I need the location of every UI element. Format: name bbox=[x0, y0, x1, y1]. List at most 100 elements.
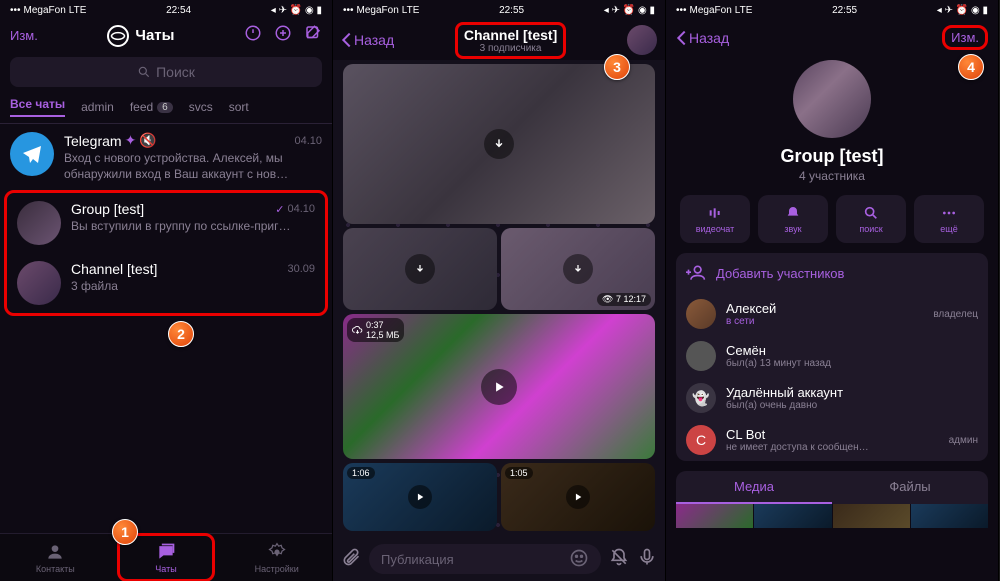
chat-name: Channel [test] bbox=[71, 261, 157, 277]
add-members-button[interactable]: Добавить участников bbox=[676, 253, 988, 293]
edit-button[interactable]: Изм. bbox=[10, 28, 38, 43]
tab-feed[interactable]: feed6 bbox=[130, 97, 173, 117]
channel-title-button[interactable]: Channel [test] 3 подписчика bbox=[394, 22, 627, 59]
play-icon[interactable] bbox=[408, 485, 432, 509]
screen-chats-list: •••MegaFonLTE 22:54 ◂ ✈ ⏰ ◉ ▮ Изм. Чаты … bbox=[0, 0, 333, 581]
mute-icon: 🔇 bbox=[139, 132, 156, 149]
sound-button[interactable]: звук bbox=[758, 195, 828, 243]
nav-contacts[interactable]: Контакты bbox=[0, 534, 111, 581]
member-row[interactable]: Семёнбыл(а) 13 минут назад bbox=[676, 335, 988, 377]
play-icon[interactable] bbox=[481, 369, 517, 405]
member-list: Алексейв сети владелец Семёнбыл(а) 13 ми… bbox=[676, 293, 988, 461]
download-icon[interactable] bbox=[405, 254, 435, 284]
sticker-icon[interactable] bbox=[569, 548, 589, 571]
search-button[interactable]: поиск bbox=[836, 195, 906, 243]
media-video[interactable]: 0:3712,5 МБ bbox=[343, 314, 655, 459]
gear-icon bbox=[267, 542, 287, 562]
channel-title: Channel [test] bbox=[464, 27, 557, 43]
highlight-box-2: Group [test] ✓ 04.10 Вы вступили в групп… bbox=[4, 190, 328, 316]
download-icon[interactable] bbox=[484, 129, 514, 159]
chat-date: 04.10 bbox=[294, 132, 322, 149]
screen-group-info: •••MegaFonLTE 22:55 ◂ ✈ ⏰ ◉ ▮ Назад Изм.… bbox=[666, 0, 999, 581]
annotation-2: 2 bbox=[168, 321, 194, 347]
chat-item-telegram[interactable]: Telegram ✦ 🔇 04.10 Вход с нового устройс… bbox=[0, 124, 332, 190]
clock: 22:55 bbox=[499, 5, 524, 16]
attach-icon[interactable] bbox=[341, 547, 361, 572]
avatar bbox=[17, 201, 61, 245]
media-thumb[interactable] bbox=[911, 504, 988, 528]
tab-all[interactable]: Все чаты bbox=[10, 97, 65, 117]
back-button[interactable]: Назад bbox=[341, 32, 394, 48]
media-tabs: Медиа Файлы bbox=[676, 471, 988, 504]
annotation-1: 1 bbox=[112, 519, 138, 545]
search-icon bbox=[137, 65, 151, 79]
member-role: админ bbox=[949, 435, 978, 446]
member-row[interactable]: Алексейв сети владелец bbox=[676, 293, 988, 335]
search-input[interactable]: Поиск bbox=[10, 57, 322, 87]
chat-name: Group [test] bbox=[71, 201, 144, 217]
media-thumb[interactable] bbox=[754, 504, 831, 528]
chevron-left-icon bbox=[341, 32, 352, 48]
verified-icon: ✦ bbox=[125, 132, 137, 149]
media-image[interactable] bbox=[343, 64, 655, 224]
compose-input[interactable]: Публикация bbox=[369, 544, 601, 574]
mute-icon[interactable] bbox=[609, 547, 629, 572]
videochat-icon bbox=[707, 205, 723, 221]
member-row[interactable]: 👻 Удалённый аккаунтбыл(а) очень давно bbox=[676, 377, 988, 419]
download-icon[interactable] bbox=[563, 254, 593, 284]
group-avatar[interactable] bbox=[793, 60, 871, 138]
avatar bbox=[17, 261, 61, 305]
chat-name: Telegram ✦ 🔇 bbox=[64, 132, 157, 149]
nav-settings[interactable]: Настройки bbox=[221, 534, 332, 581]
avatar-ghost-icon: 👻 bbox=[686, 383, 716, 413]
chat-item-group[interactable]: Group [test] ✓ 04.10 Вы вступили в групп… bbox=[7, 193, 325, 253]
add-icon[interactable] bbox=[274, 24, 292, 47]
group-header: Назад Изм. bbox=[666, 20, 998, 56]
video-duration-label: 1:05 bbox=[505, 467, 533, 479]
bell-icon bbox=[785, 205, 801, 221]
tab-badge: 6 bbox=[157, 102, 173, 113]
highlight-box-3: Channel [test] 3 подписчика bbox=[455, 22, 566, 59]
bottom-nav: Контакты Чаты Настройки bbox=[0, 533, 332, 581]
annotation-4: 4 bbox=[958, 54, 984, 80]
tab-svcs[interactable]: svcs bbox=[189, 97, 213, 117]
mic-icon[interactable] bbox=[637, 547, 657, 572]
compose-icon[interactable] bbox=[304, 24, 322, 47]
tab-media[interactable]: Медиа bbox=[676, 471, 832, 504]
chat-preview: Вы вступили в группу по ссылке-приг… bbox=[71, 219, 315, 235]
more-button[interactable]: ещё bbox=[914, 195, 984, 243]
video-duration-label: 0:3712,5 МБ bbox=[347, 318, 404, 342]
videochat-button[interactable]: видеочат bbox=[680, 195, 750, 243]
media-image[interactable]: 👁 7 12:17 bbox=[501, 228, 655, 310]
channel-avatar[interactable] bbox=[627, 25, 657, 55]
media-thumb[interactable] bbox=[833, 504, 910, 528]
media-video[interactable]: 1:05 bbox=[501, 463, 655, 531]
chat-preview: Вход с нового устройства. Алексей, мы об… bbox=[64, 151, 322, 182]
header-logo-icon bbox=[107, 25, 129, 47]
back-button[interactable]: Назад bbox=[676, 30, 729, 46]
chat-preview: 3 файла bbox=[71, 279, 315, 295]
search-icon bbox=[863, 205, 879, 221]
more-icon bbox=[941, 205, 957, 221]
media-video[interactable]: 1:06 bbox=[343, 463, 497, 531]
clock: 22:54 bbox=[166, 5, 191, 16]
tab-admin[interactable]: admin bbox=[81, 97, 114, 117]
views-label: 👁 7 12:17 bbox=[597, 293, 651, 306]
media-thumb[interactable] bbox=[676, 504, 753, 528]
member-row[interactable]: C CL Botне имеет доступа к сообщен… адми… bbox=[676, 419, 988, 461]
folder-tabs: Все чаты admin feed6 svcs sort bbox=[0, 93, 332, 124]
status-bar: •••MegaFonLTE 22:55 ◂ ✈ ⏰ ◉ ▮ bbox=[666, 0, 998, 20]
tab-files[interactable]: Файлы bbox=[832, 471, 988, 504]
channel-subtitle: 3 подписчика bbox=[464, 43, 557, 54]
status-bar: •••MegaFonLTE 22:54 ◂ ✈ ⏰ ◉ ▮ bbox=[0, 0, 332, 20]
media-image[interactable] bbox=[343, 228, 497, 310]
status-bar: •••MegaFonLTE 22:55 ◂ ✈ ⏰ ◉ ▮ bbox=[333, 0, 665, 20]
edit-button[interactable]: Изм. bbox=[942, 25, 988, 50]
check-icon: ✓ bbox=[275, 203, 284, 216]
chat-item-channel[interactable]: Channel [test] 30.09 3 файла bbox=[7, 253, 325, 313]
cloud-download-icon bbox=[352, 325, 363, 336]
avatar bbox=[10, 132, 54, 176]
power-icon[interactable] bbox=[244, 24, 262, 47]
tab-sort[interactable]: sort bbox=[229, 97, 249, 117]
play-icon[interactable] bbox=[566, 485, 590, 509]
